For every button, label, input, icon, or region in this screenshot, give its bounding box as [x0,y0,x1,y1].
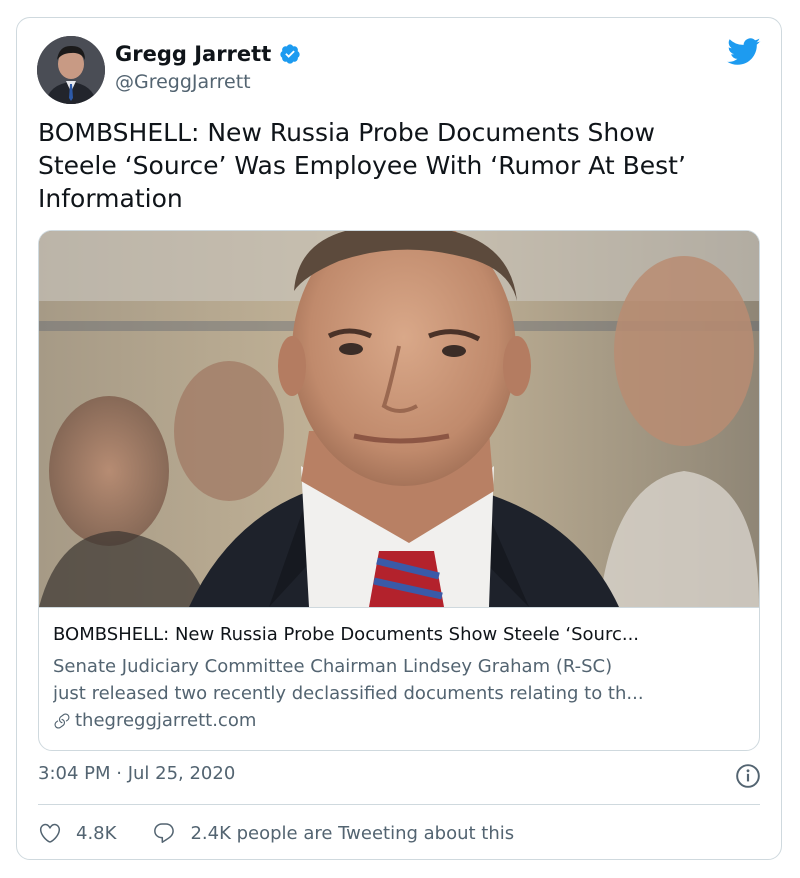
link-preview-card[interactable]: BOMBSHELL: New Russia Probe Documents Sh… [38,230,760,751]
link-title[interactable]: BOMBSHELL: New Russia Probe Documents Sh… [53,624,745,645]
heart-icon [39,823,61,843]
link-domain[interactable]: thegreggjarrett.com [53,710,256,731]
article-photo[interactable] [39,231,759,607]
link-domain-text[interactable]: thegreggjarrett.com [75,710,256,731]
twitter-bird-icon[interactable] [727,38,761,66]
author-handle[interactable]: @GreggJarrett [115,71,251,93]
like-count: 4.8K [76,822,117,844]
conversation-button[interactable]: 2.4K people are Tweeting about this [152,821,514,845]
profile-photo [37,36,105,104]
article-photo-illustration [39,231,759,607]
author-avatar[interactable] [37,36,105,104]
author-name[interactable]: Gregg Jarrett [115,42,271,66]
conversation-text: 2.4K people are Tweeting about this [190,822,515,844]
tweet-text: BOMBSHELL: New Russia Probe Documents Sh… [38,118,686,213]
tweet-card[interactable]: Gregg Jarrett @GreggJarrett BOMBSHELL: N… [16,17,782,860]
divider [38,804,760,805]
verified-badge-icon [280,44,300,64]
link-description-line: Senate Judiciary Committee Chairman Lind… [53,656,613,677]
info-icon[interactable] [735,763,761,789]
link-preview-meta[interactable]: BOMBSHELL: New Russia Probe Documents Sh… [39,607,759,750]
link-icon [54,713,70,729]
tweet-timestamp[interactable]: 3:04 PM · Jul 25, 2020 [38,763,235,784]
speech-bubble-icon [154,823,175,843]
like-button[interactable]: 4.8K [38,821,116,845]
action-bar: 4.8K 2.4K people are Tweeting about this [38,818,514,848]
link-description-line: just released two recently declassified … [53,683,644,704]
link-description: Senate Judiciary Committee Chairman Lind… [53,653,745,707]
